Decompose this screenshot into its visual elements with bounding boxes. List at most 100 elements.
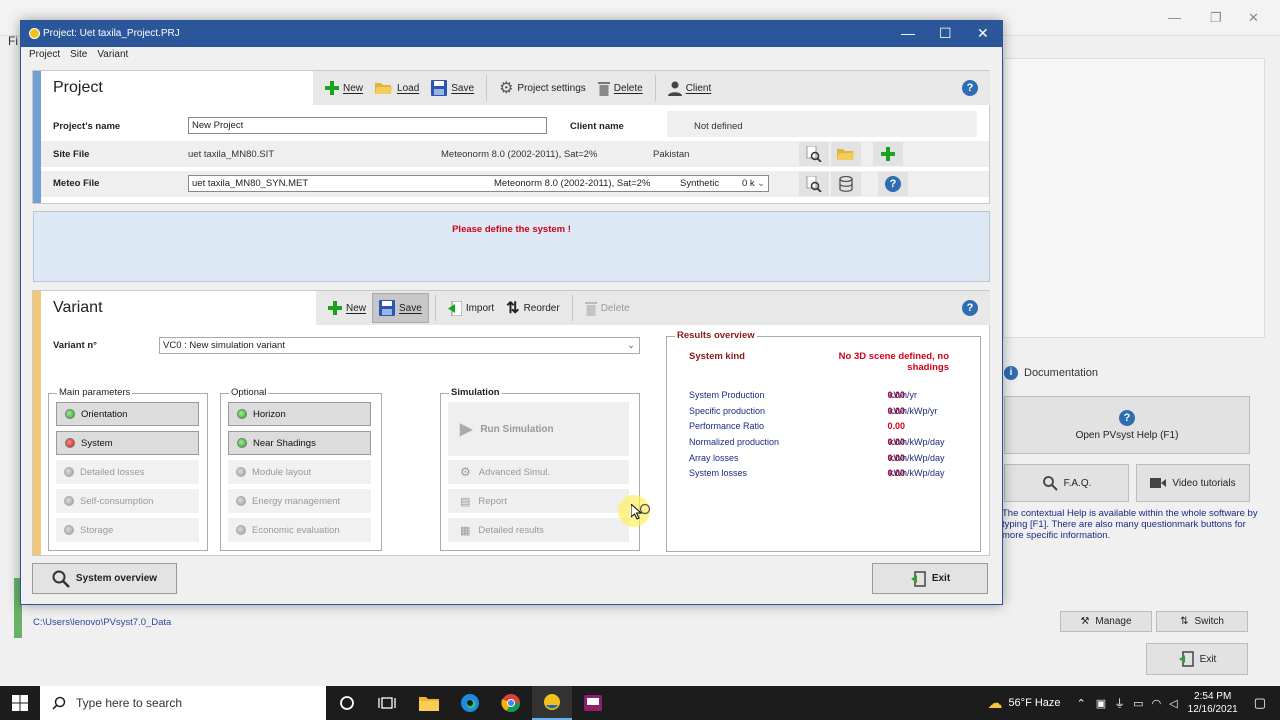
project-section-title: Project <box>53 79 103 96</box>
help-description: The contextual Help is available within … <box>1002 508 1258 541</box>
energy-management-button[interactable]: Energy management <box>228 489 371 513</box>
volume-icon[interactable]: ◁ <box>1169 697 1177 710</box>
load-project-button[interactable]: Load <box>369 73 425 103</box>
menu-project[interactable]: Project <box>29 49 60 60</box>
detailed-losses-button[interactable]: Detailed losses <box>56 460 199 484</box>
info-icon: i <box>1004 366 1018 380</box>
search-placeholder: Type here to search <box>76 696 183 710</box>
close-icon[interactable]: ✕ <box>1248 10 1259 26</box>
switch-button[interactable]: ⇅ Switch <box>1156 611 1248 632</box>
background-exit-button[interactable]: Exit <box>1146 643 1248 675</box>
chart-icon: ▦ <box>460 524 471 537</box>
meteo-search-button[interactable] <box>799 172 829 196</box>
detailed-results-button[interactable]: ▦ Detailed results <box>448 518 629 542</box>
swap-arrows-icon: ⇅ <box>1180 616 1189 627</box>
play-icon: ▶ <box>460 421 473 438</box>
delete-project-button[interactable]: Delete <box>592 73 649 103</box>
run-simulation-button[interactable]: ▶ Run Simulation <box>448 402 629 456</box>
notification-icon[interactable]: ▢ <box>1254 695 1266 711</box>
windows-start-button[interactable] <box>0 686 40 720</box>
project-settings-button[interactable]: ⚙ Project settings <box>493 73 592 103</box>
open-help-button[interactable]: ? Open PVsyst Help (F1) <box>1004 396 1250 454</box>
simulation-title: Simulation <box>449 387 502 398</box>
maximize-icon[interactable]: ☐ <box>939 25 952 42</box>
minimize-icon[interactable]: — <box>901 25 915 41</box>
background-right-panel <box>1003 58 1265 338</box>
self-consumption-button[interactable]: Self-consumption <box>56 489 199 513</box>
storage-button[interactable]: Storage <box>56 518 199 542</box>
system-message-panel: Please define the system ! <box>33 211 990 282</box>
taskbar-pvsyst[interactable] <box>532 686 572 720</box>
menu-variant[interactable]: Variant <box>97 49 128 60</box>
minimize-icon[interactable]: — <box>1168 10 1181 25</box>
task-view-button[interactable] <box>367 686 407 720</box>
save-project-button[interactable]: Save <box>425 73 480 103</box>
battery-icon[interactable]: ▭ <box>1133 697 1143 710</box>
taskbar-media-app[interactable] <box>573 686 613 720</box>
new-variant-button[interactable]: New <box>322 293 372 323</box>
project-help-icon[interactable]: ? <box>962 80 978 96</box>
taskbar-file-explorer[interactable] <box>409 686 449 720</box>
import-variant-button[interactable]: Import <box>442 293 500 323</box>
meteo-help-button[interactable]: ? <box>878 172 908 196</box>
faq-button[interactable]: F.A.Q. <box>1004 464 1129 502</box>
advanced-simulation-button[interactable]: ⚙ Advanced Simul. <box>448 460 629 484</box>
documentation-header: i Documentation <box>1004 366 1098 380</box>
data-path-link[interactable]: C:\Users\lenovo\PVsyst7.0_Data <box>33 617 171 628</box>
background-menu-file[interactable]: Fi <box>8 34 18 48</box>
restore-icon[interactable]: ❐ <box>1210 10 1222 26</box>
clock-date: 12/16/2021 <box>1187 704 1238 715</box>
taskbar-chrome[interactable] <box>491 686 531 720</box>
system-overview-button[interactable]: System overview <box>32 563 177 594</box>
reorder-variant-button[interactable]: ⇅ Reorder <box>500 293 566 323</box>
orientation-button[interactable]: Orientation <box>56 402 199 426</box>
wifi-icon[interactable]: ◠ <box>1152 697 1162 710</box>
new-project-button[interactable]: New <box>319 73 369 103</box>
weather-icon: ☁ <box>987 695 1003 712</box>
project-name-input[interactable]: New Project <box>188 117 547 134</box>
device-icon[interactable]: ▣ <box>1096 697 1106 710</box>
site-add-button[interactable] <box>873 142 903 166</box>
toolbar-separator <box>571 295 573 321</box>
taskbar-search-box[interactable]: Type here to search <box>40 686 326 720</box>
system-button[interactable]: System <box>56 431 199 455</box>
status-led-icon <box>64 496 74 506</box>
client-button[interactable]: Client <box>662 73 718 103</box>
near-shadings-button[interactable]: Near Shadings <box>228 431 371 455</box>
status-led-icon <box>65 438 75 448</box>
variant-select[interactable]: VC0 : New simulation variant ⌄ <box>159 337 640 354</box>
folder-icon <box>419 697 439 711</box>
exit-button[interactable]: Exit <box>872 563 988 594</box>
clock-time: 2:54 PM <box>1194 691 1232 702</box>
report-button[interactable]: ▤ Report <box>448 489 629 513</box>
economic-evaluation-button[interactable]: Economic evaluation <box>228 518 371 542</box>
delete-variant-button[interactable]: Delete <box>579 293 636 323</box>
menu-site[interactable]: Site <box>70 49 87 60</box>
toolbar-separator <box>654 75 656 101</box>
taskbar-clock[interactable]: 2:54 PM 12/16/2021 <box>1178 690 1248 716</box>
system-kind-label: System kind <box>689 351 745 362</box>
define-system-message: Please define the system ! <box>452 224 571 235</box>
chevron-up-icon[interactable]: ⌃ <box>1077 697 1086 710</box>
site-open-folder-button[interactable] <box>831 142 861 166</box>
site-search-button[interactable] <box>799 142 829 166</box>
chrome-browser-icon <box>501 694 520 713</box>
cortana-button[interactable] <box>327 686 367 720</box>
meteo-database-button[interactable] <box>831 172 861 196</box>
project-toolbar: New Load Save ⚙ Project settings Delete <box>313 71 990 105</box>
busy-spinner-icon <box>639 503 651 515</box>
close-icon[interactable]: ✕ <box>977 25 989 42</box>
project-panel: Project New Load Save ⚙ Project settings <box>32 70 990 204</box>
video-tutorials-button[interactable]: Video tutorials <box>1136 464 1250 502</box>
usb-icon[interactable]: ⏚ <box>1114 695 1125 711</box>
weather-text[interactable]: 56°F Haze <box>1008 697 1060 709</box>
magnifier-icon <box>806 176 822 192</box>
horizon-button[interactable]: Horizon <box>228 402 371 426</box>
meteo-file-select[interactable]: uet taxila_MN80_SYN.MET Meteonorm 8.0 (2… <box>188 175 769 192</box>
variant-help-icon[interactable]: ? <box>962 300 978 316</box>
gear-icon: ⚙ <box>499 80 514 97</box>
save-variant-button[interactable]: Save <box>372 293 429 323</box>
manage-button[interactable]: ⚒ Manage <box>1060 611 1152 632</box>
module-layout-button[interactable]: Module layout <box>228 460 371 484</box>
taskbar-edge[interactable] <box>450 686 490 720</box>
